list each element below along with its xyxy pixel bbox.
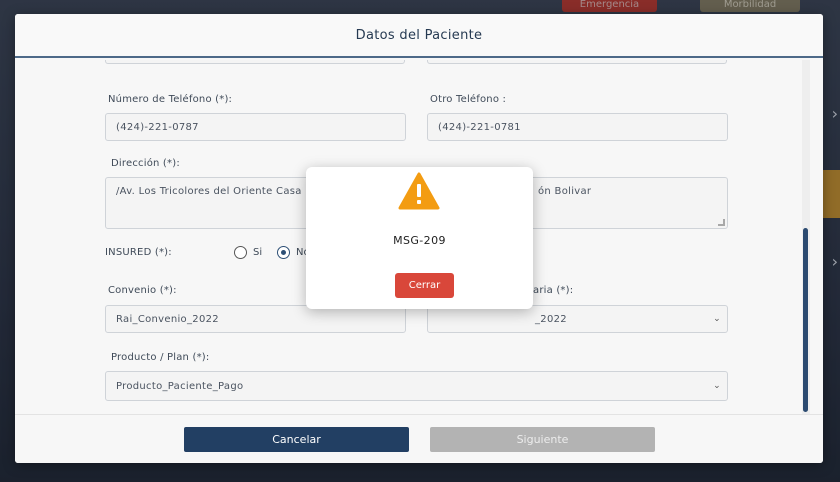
producto-label: Producto / Plan (*):	[111, 352, 210, 363]
chevron-down-icon: ⌄	[713, 314, 721, 324]
modal-header: Datos del Paciente	[15, 14, 823, 58]
aseguradora-label: aria (*):	[533, 285, 574, 296]
otro-telefono-label: Otro Teléfono :	[430, 94, 507, 105]
insured-radio-si[interactable]: Si	[234, 246, 262, 259]
close-button[interactable]: Cerrar	[395, 273, 454, 298]
telefono-label: Número de Teléfono (*):	[108, 94, 233, 105]
resize-grip-icon[interactable]	[718, 219, 725, 226]
aseguradora-select[interactable]: _2022 ⌄	[427, 305, 728, 333]
convenio-value: Rai_Convenio_2022	[116, 313, 219, 325]
cancel-button[interactable]: Cancelar	[184, 427, 409, 452]
alert-dialog: MSG-209 Cerrar	[306, 167, 533, 309]
otro-telefono-input[interactable]: (424)-221-0781	[427, 113, 728, 141]
scrollbar-thumb[interactable]	[803, 228, 808, 412]
modal-footer: Cancelar Siguiente	[15, 414, 823, 463]
aseguradora-value: _2022	[535, 313, 567, 325]
producto-value: Producto_Paciente_Pago	[116, 380, 244, 392]
chevron-down-icon: ⌄	[713, 381, 721, 391]
warning-icon	[398, 172, 440, 210]
next-button[interactable]: Siguiente	[430, 427, 655, 452]
direccion-label: Dirección (*):	[111, 158, 180, 169]
previous-field-stub[interactable]	[105, 60, 405, 64]
direccion-text-left: /Av. Los Tricolores del Oriente Casa	[116, 186, 302, 197]
radio-si-icon[interactable]	[234, 246, 247, 259]
insured-label: INSURED (*):	[105, 247, 172, 258]
alert-message: MSG-209	[393, 234, 446, 247]
convenio-select[interactable]: Rai_Convenio_2022	[105, 305, 406, 333]
radio-no-icon[interactable]	[277, 246, 290, 259]
direccion-text-right: ón Bolivar	[538, 186, 592, 197]
telefono-input[interactable]: (424)-221-0787	[105, 113, 406, 141]
modal-title: Datos del Paciente	[355, 27, 483, 43]
convenio-label: Convenio (*):	[108, 285, 177, 296]
insured-radio-no[interactable]: No	[277, 246, 310, 259]
previous-field-stub-2[interactable]	[427, 60, 727, 64]
radio-si-label: Si	[253, 247, 263, 258]
producto-select[interactable]: Producto_Paciente_Pago ⌄	[105, 371, 728, 401]
